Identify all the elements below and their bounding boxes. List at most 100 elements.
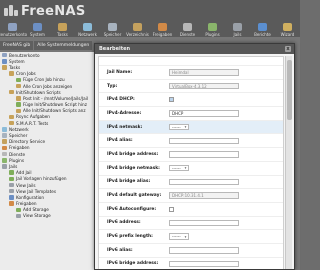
form-row: Typ: VirtualBox-4.3.12 xyxy=(99,78,283,93)
toolbar-item-4[interactable]: Speicher xyxy=(100,19,125,37)
tree-item-label: Jails xyxy=(9,163,18,169)
text-field[interactable]: DHCP xyxy=(169,110,239,117)
top-tabs: FreeNAS gib Alle Systemmeldungen xyxy=(0,41,93,50)
text-field[interactable]: Heimdal xyxy=(169,69,239,76)
tab-1[interactable]: Alle Systemmeldungen xyxy=(34,41,93,50)
tree-item-label: Tasks xyxy=(9,64,21,70)
text-field[interactable] xyxy=(169,260,239,268)
freenas-logo-icon xyxy=(4,4,18,18)
select-field[interactable]: ------ ▾ xyxy=(169,233,189,240)
tree-item-icon xyxy=(9,170,14,175)
freenas-logo: FreeNAS xyxy=(4,3,86,19)
form-row: IPv4 alias: xyxy=(99,133,283,147)
select-field[interactable]: ------ ▾ xyxy=(169,123,189,131)
tree-item-label: Netzwerk xyxy=(9,126,29,132)
chevron-down-icon: ▾ xyxy=(184,166,187,171)
field-label: IPv4 bridge netmask: xyxy=(107,165,160,171)
tree-item-label: View Jail Templates xyxy=(16,188,57,194)
field-label: IPv4 default gateway: xyxy=(107,193,162,199)
form-row: IPv4 netmask: ------ ▾ xyxy=(99,119,283,134)
tree-item-icon xyxy=(2,59,7,64)
form-row: IPv4 bridge alias: xyxy=(99,174,283,189)
text-field[interactable] xyxy=(169,178,239,186)
chevron-down-icon: ▾ xyxy=(184,125,187,130)
toolbar-item-0[interactable]: Benutzerkonto xyxy=(0,19,27,37)
text-field[interactable] xyxy=(169,137,239,145)
text-field[interactable]: DHCP:10.31.4.1 xyxy=(169,192,239,199)
tab-0[interactable]: FreeNAS gib xyxy=(0,41,34,50)
tree-item-icon xyxy=(9,71,14,76)
tree-item-icon xyxy=(2,158,7,163)
toolbar-item-8[interactable]: Plugins xyxy=(200,19,225,37)
tree-item-icon xyxy=(9,120,14,126)
checkbox[interactable] xyxy=(169,206,174,212)
toolbar-item-5[interactable]: Verzeichnis xyxy=(125,19,150,37)
dialog-scrollbar[interactable] xyxy=(285,56,292,269)
select-field[interactable]: ------ ▾ xyxy=(169,164,189,172)
tree-item-label: Post Init - /mnt/Volume/Jails/Jail xyxy=(23,95,88,101)
tree-item-label: Füge Init/Shutdown Script hinz xyxy=(23,102,87,108)
checkbox[interactable] xyxy=(169,97,174,103)
tree-item-label: Directory Service xyxy=(9,139,46,145)
dialog-title: Bearbeiten xyxy=(99,46,131,52)
tree-item-icon xyxy=(2,127,7,132)
tree-item-icon xyxy=(9,201,14,206)
tree-item-label: Plugins xyxy=(9,157,24,163)
close-icon[interactable]: x xyxy=(285,46,291,52)
tree-item-icon xyxy=(9,114,14,120)
tree-item-label: Init/Shutdown Scripts xyxy=(16,89,61,95)
field-label: IPv4 bridge address: xyxy=(107,151,159,157)
tree-item-label: System xyxy=(9,58,25,64)
toolbar-icon xyxy=(283,23,292,31)
form-row: IPv6 prefix length: ------ ▾ xyxy=(99,229,283,243)
tree-item-label: Speicher xyxy=(9,133,28,139)
dialog-form: Jail Name: Heimdal Typ: VirtualBox-4.3.12 IP… xyxy=(98,56,284,269)
form-row: Jail Name: Heimdal xyxy=(99,65,283,79)
toolbar-item-2[interactable]: Tasks xyxy=(50,19,75,37)
tree-item-label: Konfiguration xyxy=(16,194,45,200)
tree-item-label: Freigaben xyxy=(16,201,37,207)
toolbar-item-1[interactable]: System xyxy=(25,19,50,37)
toolbar-item-10[interactable]: Berichte xyxy=(250,19,275,37)
form-row: IPv4 default gateway: DHCP:10.31.4.1 xyxy=(99,188,283,202)
toolbar-item-11[interactable]: Wizard xyxy=(275,19,300,37)
tree-item-icon xyxy=(2,164,7,169)
dialog-title-bar[interactable]: Bearbeiten x xyxy=(95,44,294,54)
tree-item-icon xyxy=(16,207,21,213)
tree-item-label: Benutzerkonto xyxy=(9,52,40,58)
toolbar-icon xyxy=(108,23,117,31)
form-row: IPv6 Autoconfigure: xyxy=(99,201,283,216)
tree-item-icon xyxy=(16,83,21,89)
toolbar-item-3[interactable]: Netzwerk xyxy=(75,19,100,37)
field-label: IPv4 alias: xyxy=(107,138,133,144)
form-row: IPv4 bridge netmask: ------ ▾ xyxy=(99,160,283,175)
form-row: IPv6 alias: xyxy=(99,242,283,257)
tree-item[interactable]: View Storage xyxy=(0,213,95,219)
scrollbar-thumb[interactable] xyxy=(287,60,292,120)
toolbar-item-6[interactable]: Freigaben xyxy=(150,19,175,37)
tree-item-icon xyxy=(2,151,7,157)
tree-item-icon xyxy=(16,213,21,219)
tree-item-icon xyxy=(2,145,7,151)
text-field[interactable]: VirtualBox-4.3.12 xyxy=(169,82,239,90)
tree-item-label: Jail Vorlagen hinzufügen xyxy=(16,176,67,182)
tree-item-label: Dienste xyxy=(9,151,26,157)
tree-item-icon xyxy=(9,195,14,200)
text-field[interactable] xyxy=(169,151,239,158)
field-label: Jail Name: xyxy=(107,69,133,75)
tree-item-label: Füge Cron Job hinzu xyxy=(23,77,65,83)
tree-item-icon xyxy=(2,52,7,58)
tree-item-label: Add Jail xyxy=(16,170,32,176)
field-label: IPv4 DHCP: xyxy=(107,97,135,103)
tree-item-label: Add Storage xyxy=(23,207,49,213)
toolbar-icon xyxy=(183,23,192,31)
text-field[interactable] xyxy=(169,219,239,227)
tree-item-icon xyxy=(16,102,21,107)
tree-item-icon xyxy=(2,139,7,144)
text-field[interactable] xyxy=(169,247,239,254)
toolbar-icon xyxy=(8,23,17,31)
form-row: IPv4 DHCP: xyxy=(99,92,283,106)
toolbar-icon xyxy=(58,23,67,31)
toolbar-item-9[interactable]: Jails xyxy=(225,19,250,37)
toolbar-item-7[interactable]: Dienste xyxy=(175,19,200,37)
